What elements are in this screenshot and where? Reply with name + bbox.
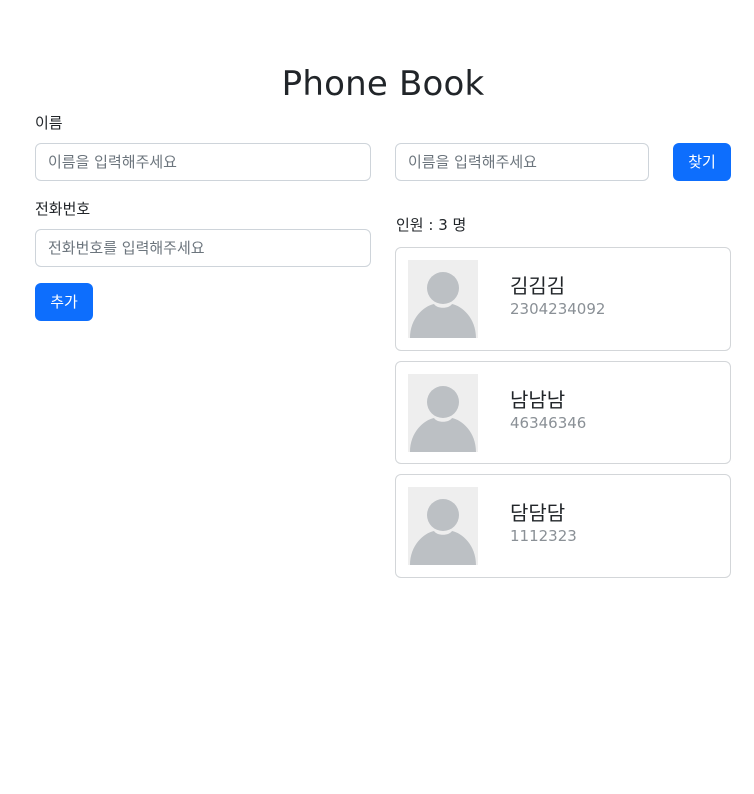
contact-phone: 1112323 <box>510 527 577 545</box>
phone-label: 전화번호 <box>35 200 91 218</box>
person-placeholder-icon <box>408 374 478 452</box>
person-placeholder-icon <box>408 260 478 338</box>
contact-name: 김김김 <box>510 274 566 298</box>
phone-book-app: Phone Book 이름 전화번호 추가 찾기 인원 : 3 명 김김김 23… <box>0 0 754 794</box>
contact-phone: 2304234092 <box>510 300 606 318</box>
page-title: Phone Book <box>281 64 485 104</box>
count-suffix: 명 <box>447 216 467 234</box>
phone-input[interactable] <box>35 229 371 267</box>
search-button[interactable]: 찾기 <box>673 143 731 181</box>
contact-name: 담담담 <box>510 501 566 525</box>
add-button[interactable]: 추가 <box>35 283 93 321</box>
contact-card[interactable]: 담담담 1112323 <box>395 474 731 578</box>
name-label: 이름 <box>35 114 63 132</box>
person-placeholder-icon <box>408 487 478 565</box>
count-value: 3 <box>438 216 448 234</box>
contact-name: 남남남 <box>510 388 566 412</box>
contact-card[interactable]: 김김김 2304234092 <box>395 247 731 351</box>
name-input[interactable] <box>35 143 371 181</box>
contact-card[interactable]: 남남남 46346346 <box>395 361 731 464</box>
contact-phone: 46346346 <box>510 414 587 432</box>
search-input[interactable] <box>395 143 649 181</box>
contact-count: 인원 : 3 명 <box>396 215 466 235</box>
contact-list: 김김김 2304234092 남남남 46346346 담담담 1112323 <box>395 247 731 588</box>
count-prefix: 인원 : <box>396 216 439 234</box>
